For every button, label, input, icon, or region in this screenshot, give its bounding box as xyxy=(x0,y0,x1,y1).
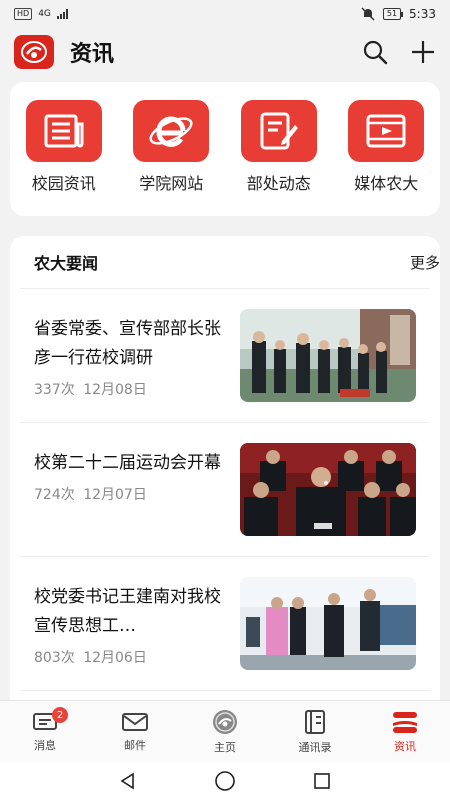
publish-date: 12月07日 xyxy=(83,487,147,503)
news-item-text: 校第二十二届运动会开幕 724次 12月07日 xyxy=(20,423,224,556)
publish-date: 12月08日 xyxy=(83,382,147,398)
status-right: 51 5:33 xyxy=(361,7,436,21)
page-title: 资讯 xyxy=(70,42,115,67)
app-header: 资讯 xyxy=(0,28,450,76)
tab-messages[interactable]: 2 消息 xyxy=(0,701,90,763)
news-header: 农大要闻 更多 xyxy=(10,236,440,288)
plus-icon[interactable] xyxy=(410,39,436,65)
browser-e-icon xyxy=(133,100,210,162)
tab-contacts[interactable]: 通讯录 xyxy=(270,701,360,763)
recents-icon[interactable] xyxy=(312,771,332,791)
news-icon xyxy=(393,712,417,733)
contacts-book-icon xyxy=(305,710,325,734)
tab-news[interactable]: 资讯 xyxy=(360,701,450,763)
news-item[interactable]: 校第二十二届运动会开幕 724次 12月07日 xyxy=(20,423,430,557)
system-navigation-bar xyxy=(0,762,450,800)
news-item-text: 省委常委、宣传部部长张彦一行莅校调研 337次 12月08日 xyxy=(20,289,224,422)
newspaper-icon xyxy=(25,100,102,162)
home-circle-icon[interactable] xyxy=(214,770,236,792)
home-emblem-icon xyxy=(213,710,237,734)
signal-icon xyxy=(56,9,68,19)
quick-link-label: 媒体农大 xyxy=(354,174,419,193)
tab-label: 邮件 xyxy=(124,739,146,752)
quick-links-card: 校园资讯 学院网站 部处动态 媒体农大 xyxy=(10,82,440,216)
news-headline: 省委常委、宣传部部长张彦一行莅校调研 xyxy=(34,319,221,368)
news-headline: 校第二十二届运动会开幕 xyxy=(34,453,221,473)
view-count: 724次 xyxy=(34,487,75,503)
news-meta: 803次 12月06日 xyxy=(34,647,224,667)
news-meta: 724次 12月07日 xyxy=(34,484,224,504)
unread-badge: 2 xyxy=(52,707,68,723)
bottom-tab-bar: 2 消息 邮件 主页 通讯录 资讯 xyxy=(0,700,450,763)
tab-label: 主页 xyxy=(214,741,236,754)
quick-link-college-sites[interactable]: 学院网站 xyxy=(125,100,217,194)
quick-link-campus-news[interactable]: 校园资讯 xyxy=(18,100,110,194)
tab-mail[interactable]: 邮件 xyxy=(90,701,180,763)
quick-link-media[interactable]: 媒体农大 xyxy=(340,100,432,194)
university-logo-icon[interactable] xyxy=(14,35,54,69)
view-count: 337次 xyxy=(34,382,75,398)
news-headline: 校党委书记王建南对我校宣传思想工… xyxy=(34,587,221,636)
tab-label: 资讯 xyxy=(394,740,416,753)
quick-link-label: 校园资讯 xyxy=(31,174,96,193)
news-card: 农大要闻 更多 省委常委、宣传部部长张彦一行莅校调研 337次 12月08日 校… xyxy=(10,236,440,706)
status-left: HD 4G xyxy=(14,8,68,20)
view-count: 803次 xyxy=(34,650,75,666)
section-title: 农大要闻 xyxy=(34,254,99,273)
tab-label: 通讯录 xyxy=(298,741,332,754)
news-meta: 337次 12月08日 xyxy=(34,379,224,399)
battery-icon: 51 xyxy=(382,8,404,20)
quick-link-department-news[interactable]: 部处动态 xyxy=(233,100,325,194)
network-type: 4G xyxy=(38,9,51,19)
news-photo xyxy=(240,309,416,402)
search-icon[interactable] xyxy=(362,39,388,65)
quick-link-label: 部处动态 xyxy=(246,174,311,193)
hd-indicator: HD xyxy=(14,8,33,20)
back-icon[interactable] xyxy=(118,771,138,791)
mail-icon xyxy=(122,713,148,731)
video-film-icon xyxy=(348,100,425,162)
publish-date: 12月06日 xyxy=(83,650,147,666)
more-link[interactable]: 更多 xyxy=(410,252,440,273)
tab-label: 消息 xyxy=(34,739,56,752)
news-item-text: 校党委书记王建南对我校宣传思想工… 803次 12月06日 xyxy=(20,557,224,690)
quick-link-label: 学院网站 xyxy=(139,174,204,193)
status-bar: HD 4G 51 5:33 xyxy=(0,0,450,28)
news-item[interactable]: 省委常委、宣传部部长张彦一行莅校调研 337次 12月08日 xyxy=(20,289,430,423)
header-actions xyxy=(362,39,436,65)
news-item[interactable]: 校党委书记王建南对我校宣传思想工… 803次 12月06日 xyxy=(20,557,430,691)
news-photo xyxy=(240,577,416,670)
news-photo xyxy=(240,443,416,536)
tab-home[interactable]: 主页 xyxy=(180,701,270,763)
mute-icon xyxy=(361,7,375,21)
edit-document-icon xyxy=(240,100,317,162)
clock: 5:33 xyxy=(409,7,436,21)
